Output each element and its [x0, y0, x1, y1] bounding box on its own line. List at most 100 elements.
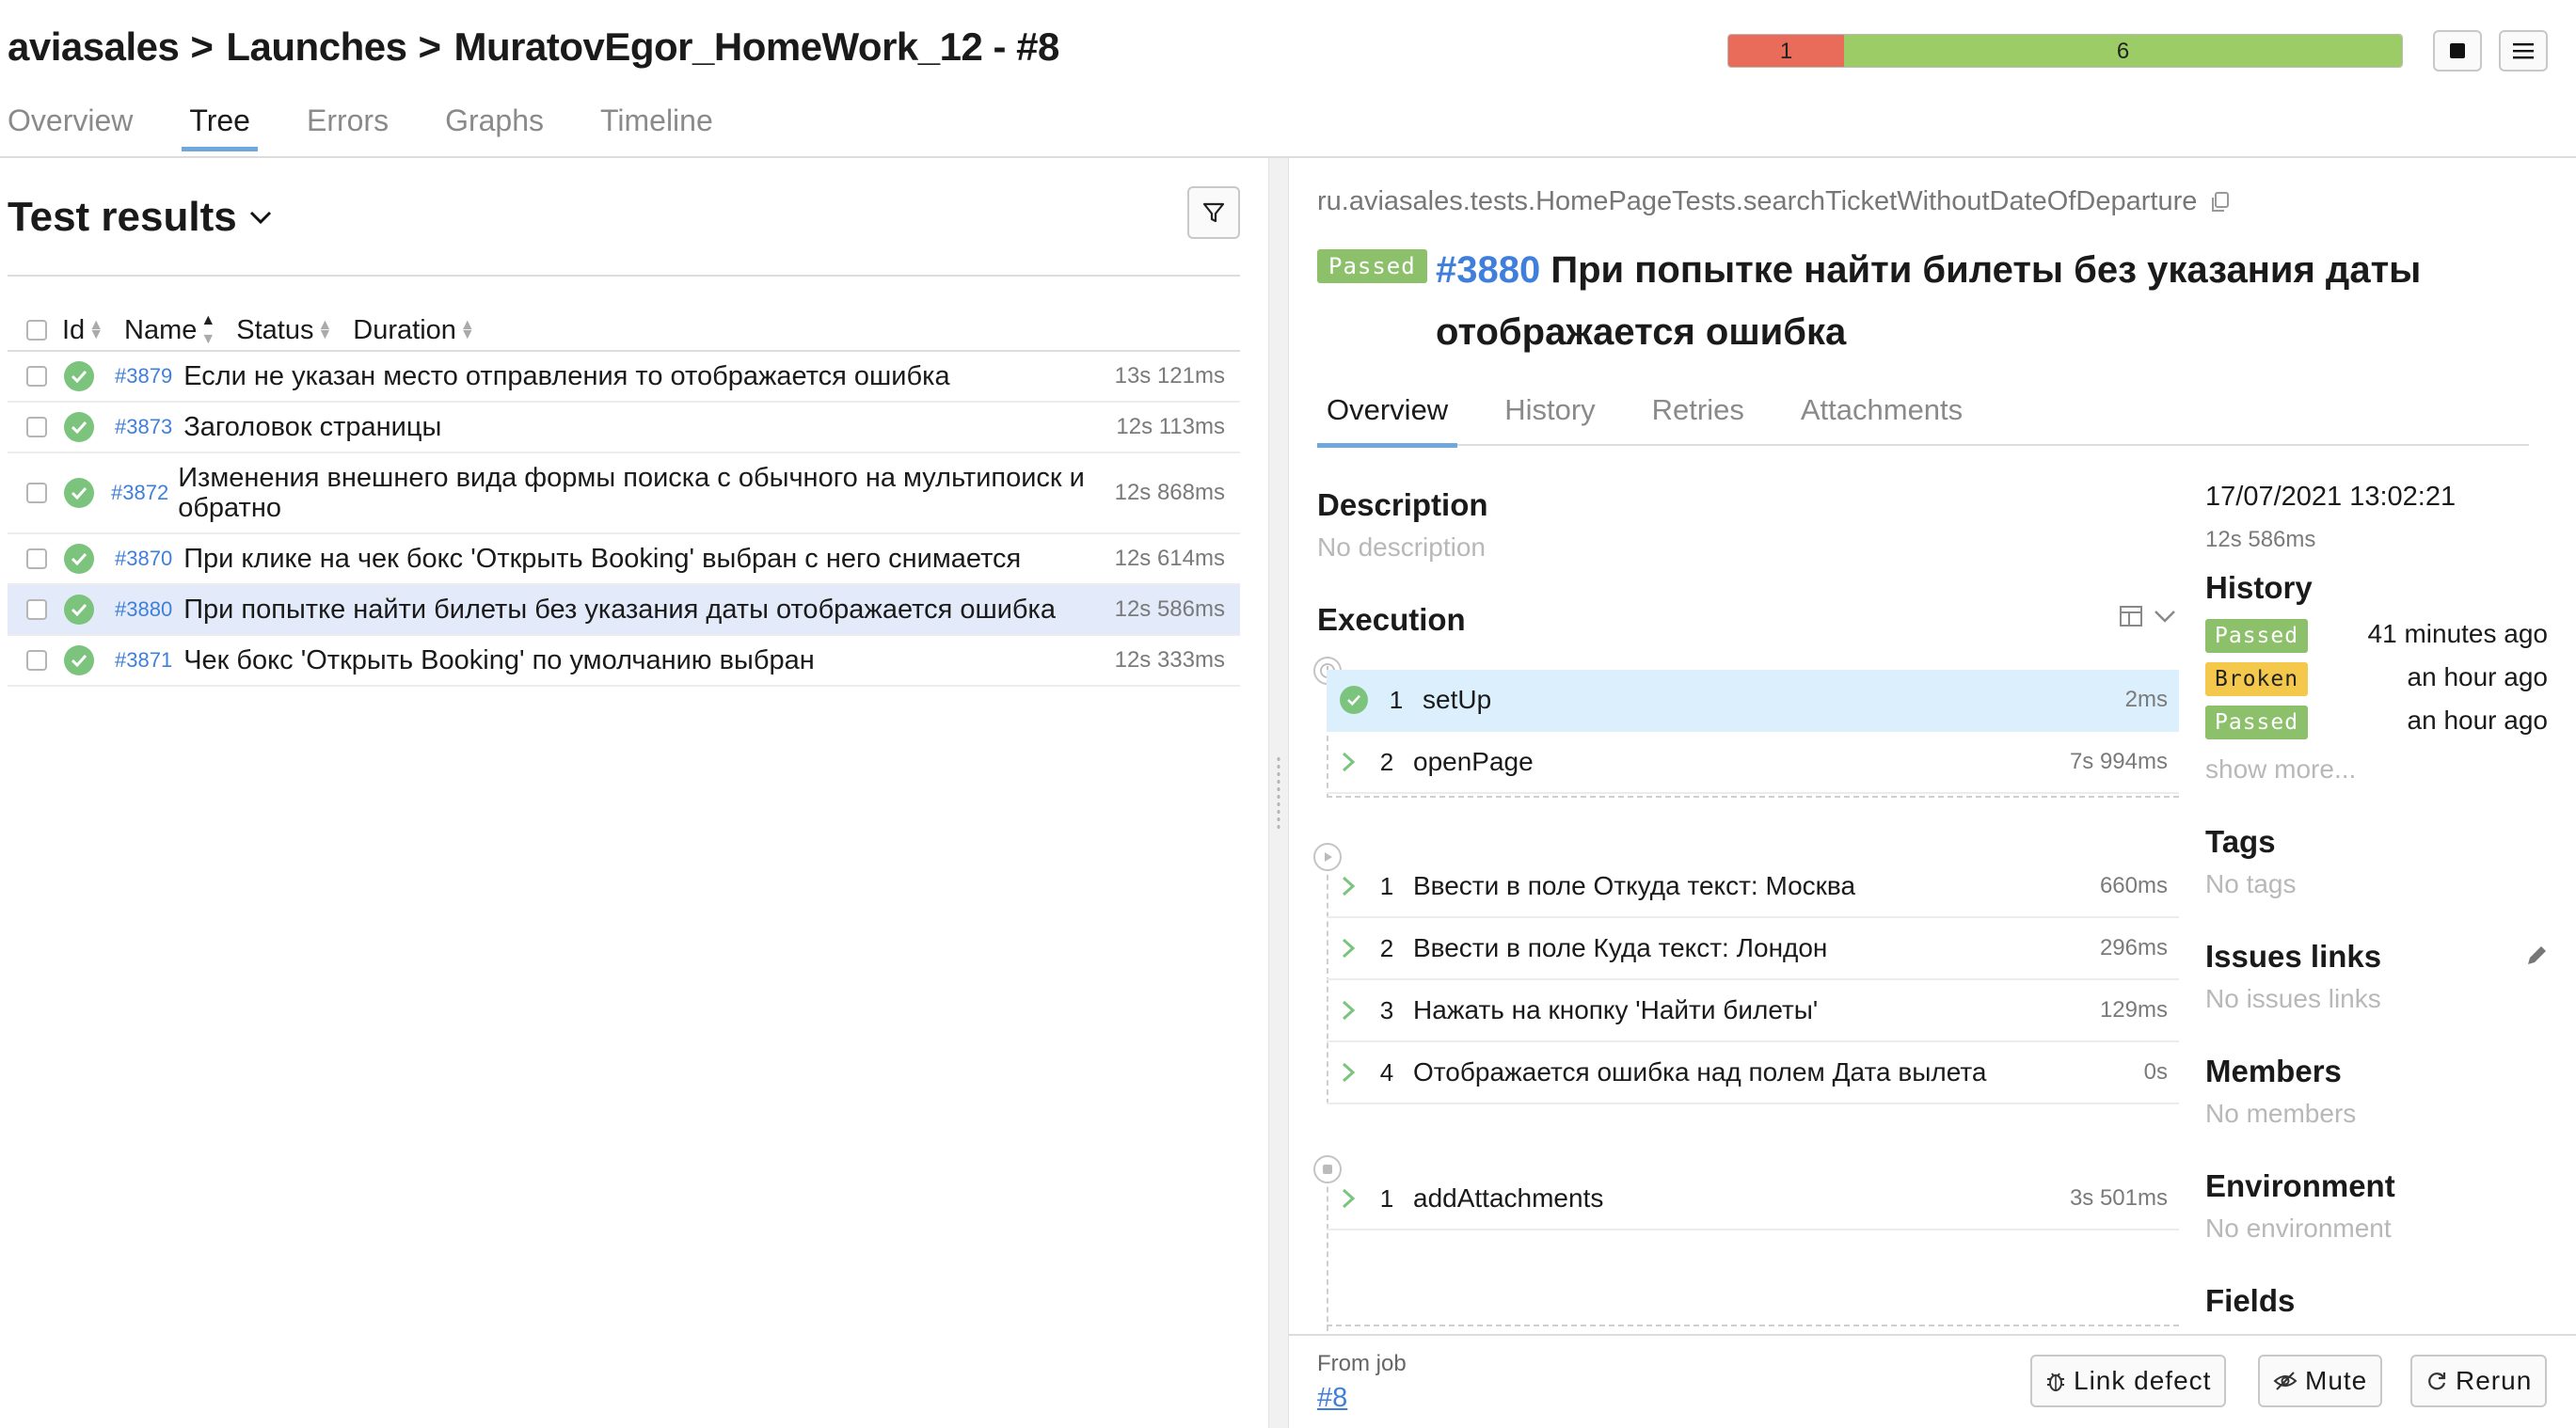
table-row[interactable]: #3872 Изменения внешнего вида формы поис…: [8, 453, 1240, 534]
tab-timeline[interactable]: Timeline: [600, 102, 713, 151]
row-checkbox[interactable]: [26, 417, 47, 437]
history-status-badge[interactable]: Passed: [2205, 619, 2309, 653]
row-name: Если не указан место отправления то отоб…: [183, 361, 950, 391]
step-number: 3: [1379, 995, 1394, 1024]
row-id[interactable]: #3879: [115, 364, 172, 389]
step[interactable]: 4 Отображается ошибка над полем Дата выл…: [1327, 1042, 2179, 1104]
step[interactable]: 2 Ввести в поле Куда текст: Лондон 296ms: [1327, 918, 2179, 980]
tab-overview[interactable]: Overview: [1317, 393, 1458, 448]
breadcrumb-project[interactable]: aviasales: [8, 24, 180, 69]
step-duration: 129ms: [2099, 997, 2168, 1023]
row-duration: 12s 868ms: [1114, 480, 1225, 505]
row-duration: 12s 586ms: [1114, 596, 1225, 622]
row-checkbox[interactable]: [26, 599, 47, 620]
header: aviasales > Launches > MuratovEgor_HomeWork_…: [0, 0, 2576, 158]
failed-count[interactable]: 1: [1728, 35, 1844, 67]
step-number: 1: [1389, 685, 1404, 714]
members-text: No members: [2205, 1099, 2357, 1128]
job-link[interactable]: #8: [1317, 1383, 1347, 1414]
divider: [8, 275, 1240, 277]
test-results-pane: Test results Id ▲ ▼ Name ▲ ▼ Status ▲ ▼ Durati…: [0, 158, 1268, 1428]
step-setup[interactable]: 1 setUp 2ms: [1327, 670, 2179, 732]
drag-handle-icon[interactable]: [1276, 755, 1281, 831]
row-id[interactable]: #3871: [115, 648, 172, 673]
copy-icon[interactable]: [2210, 191, 2231, 214]
passed-icon: [64, 478, 94, 508]
sort-asc-icon: ▲ ▼: [200, 312, 216, 347]
column-id[interactable]: Id ▲ ▼: [62, 315, 103, 346]
menu-button[interactable]: [2499, 30, 2548, 71]
chevron-right-icon[interactable]: [1332, 932, 1364, 964]
tab-errors[interactable]: Errors: [307, 102, 389, 151]
table-row-selected[interactable]: #3880 При попытке найти билеты без указа…: [8, 585, 1240, 636]
step[interactable]: 1 Ввести в поле Откуда текст: Москва 660…: [1327, 856, 2179, 918]
breadcrumb-launches[interactable]: Launches: [226, 24, 407, 69]
pane-splitter[interactable]: [1268, 158, 1289, 1428]
column-duration[interactable]: Duration ▲ ▼: [353, 315, 474, 346]
column-status-label: Status: [236, 314, 314, 345]
test-results-title-text: Test results: [8, 194, 237, 240]
chevron-right-icon[interactable]: [1332, 994, 1364, 1026]
details-footer: From job #8 Link defect Mute Rerun: [1289, 1334, 2576, 1428]
table-row[interactable]: #3879 Если не указан место отправления т…: [8, 352, 1240, 403]
tab-attachments[interactable]: Attachments: [1791, 393, 1972, 446]
from-job-label: From job: [1317, 1351, 1407, 1376]
link-defect-button[interactable]: Link defect: [2030, 1355, 2227, 1407]
refresh-icon: [2428, 1372, 2446, 1390]
step-addattachments[interactable]: 1 addAttachments 3s 501ms: [1327, 1168, 2179, 1230]
stop-button[interactable]: [2433, 30, 2482, 71]
row-checkbox[interactable]: [26, 650, 47, 671]
step[interactable]: 3 Нажать на кнопку 'Найти билеты' 129ms: [1327, 980, 2179, 1042]
passed-icon: [64, 595, 94, 625]
tab-graphs[interactable]: Graphs: [445, 102, 544, 151]
row-id[interactable]: #3872: [111, 481, 168, 505]
step-duration: 3s 501ms: [2069, 1185, 2168, 1211]
step-openpage[interactable]: 2 openPage 7s 994ms: [1327, 732, 2179, 794]
step-number: 1: [1379, 871, 1394, 900]
filter-button[interactable]: [1187, 186, 1240, 239]
test-full-name-text: ru.aviasales.tests.HomePageTests.searchT…: [1317, 186, 2198, 216]
step-number: 1: [1379, 1183, 1394, 1213]
mute-button[interactable]: Mute: [2258, 1355, 2383, 1407]
column-name[interactable]: Name ▲ ▼: [124, 312, 216, 347]
tab-tree[interactable]: Tree: [182, 102, 258, 151]
chevron-right-icon[interactable]: [1332, 870, 1364, 902]
tab-history[interactable]: History: [1495, 393, 1604, 446]
row-id[interactable]: #3873: [115, 415, 172, 439]
layout-toggle-icon[interactable]: [2119, 604, 2143, 628]
tab-retries[interactable]: Retries: [1643, 393, 1754, 446]
select-all-checkbox[interactable]: [26, 320, 47, 341]
row-id[interactable]: #3870: [115, 547, 172, 571]
pencil-icon[interactable]: [2523, 943, 2550, 969]
status-badge: Passed: [1317, 249, 1427, 283]
tab-overview[interactable]: Overview: [8, 102, 133, 151]
row-id[interactable]: #3880: [115, 597, 172, 622]
column-status[interactable]: Status ▲ ▼: [236, 315, 332, 346]
eye-off-icon: [2273, 1372, 2298, 1390]
row-duration: 12s 113ms: [1116, 414, 1225, 439]
test-results-title[interactable]: Test results: [8, 194, 273, 241]
passed-count[interactable]: 6: [1844, 35, 2402, 67]
chevron-right-icon[interactable]: [1332, 1056, 1364, 1088]
description-text: No description: [1317, 532, 1486, 562]
rerun-button[interactable]: Rerun: [2410, 1355, 2548, 1407]
chevron-down-icon[interactable]: [2153, 608, 2177, 625]
step-number: 2: [1379, 933, 1394, 962]
table-row[interactable]: #3873 Заголовок страницы 12s 113ms: [8, 403, 1240, 453]
chevron-right-icon[interactable]: [1332, 746, 1364, 778]
history-status-badge[interactable]: Passed: [2205, 706, 2309, 739]
row-checkbox[interactable]: [26, 366, 47, 387]
test-id-link[interactable]: #3880: [1436, 249, 1540, 291]
table-row[interactable]: #3870 При клике на чек бокс 'Открыть Boo…: [8, 534, 1240, 585]
breadcrumb-launch: MuratovEgor_HomeWork_12 - #8: [453, 24, 1059, 69]
test-full-name: ru.aviasales.tests.HomePageTests.searchT…: [1317, 186, 2231, 217]
row-checkbox[interactable]: [26, 548, 47, 569]
passed-icon: [64, 412, 94, 442]
history-status-badge[interactable]: Broken: [2205, 662, 2309, 696]
launch-stats-bar[interactable]: 1 6: [1727, 34, 2403, 68]
step-name: openPage: [1413, 747, 1534, 776]
row-checkbox[interactable]: [26, 483, 47, 503]
chevron-right-icon[interactable]: [1332, 1182, 1364, 1214]
table-row[interactable]: #3871 Чек бокс 'Открыть Booking' по умол…: [8, 636, 1240, 687]
show-more-link[interactable]: show more...: [2205, 754, 2356, 785]
